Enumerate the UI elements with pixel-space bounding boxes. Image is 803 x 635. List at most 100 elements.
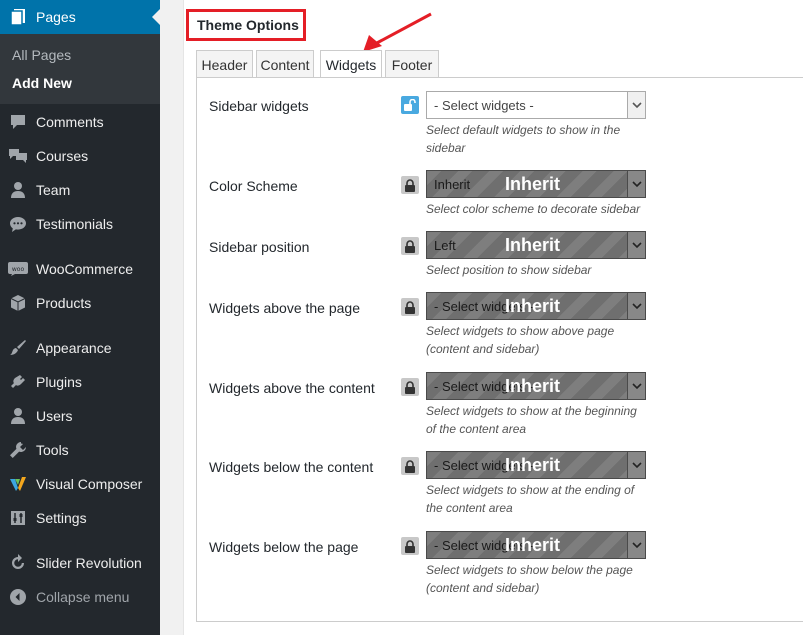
option-label-sidebar-widgets: Sidebar widgets — [209, 98, 309, 114]
description-line: (content and sidebar) — [426, 581, 540, 595]
option-label-widgets-below-page: Widgets below the page — [209, 539, 359, 555]
inherit-label: Inherit — [505, 296, 561, 316]
sidebar-item-slider-revolution[interactable]: Slider Revolution — [0, 548, 160, 578]
widgets-below-page-select[interactable]: - Select widgets - Inherit — [426, 531, 646, 559]
sidebar-item-tools[interactable]: Tools — [0, 435, 160, 465]
option-label-sidebar-position: Sidebar position — [209, 239, 310, 255]
admin-sidebar: Pages All Pages Add New Comments Courses… — [0, 0, 160, 635]
description-line: the content area — [426, 501, 513, 515]
sidebar-item-label: Slider Revolution — [36, 555, 142, 571]
description-line: Select default widgets to show in the — [426, 123, 621, 137]
plug-icon — [8, 372, 28, 392]
description-line: Select widgets to show below the page — [426, 563, 633, 577]
sidebar-item-appearance[interactable]: Appearance — [0, 333, 160, 363]
description-line: Select widgets to show at the ending of — [426, 483, 635, 497]
sidebar-item-settings[interactable]: Settings — [0, 503, 160, 533]
tab-widgets[interactable]: Widgets — [320, 50, 382, 79]
collapse-icon — [8, 587, 28, 607]
sidebar-widgets-select[interactable]: - Select widgets - — [426, 91, 646, 119]
sidebar-item-label: Pages — [36, 9, 76, 25]
sidebar-item-label: Tools — [36, 442, 69, 458]
lock-icon[interactable] — [401, 237, 419, 255]
option-description: Select widgets to show above page (conte… — [426, 322, 656, 358]
theme-options-highlight: Theme Options — [186, 9, 306, 41]
sidebar-item-plugins[interactable]: Plugins — [0, 367, 160, 397]
chevron-down-icon — [627, 171, 645, 197]
option-label-widgets-below-content: Widgets below the content — [209, 459, 374, 475]
lock-icon[interactable] — [401, 457, 419, 475]
option-label-widgets-above-page: Widgets above the page — [209, 300, 360, 316]
chevron-down-icon — [627, 92, 645, 118]
sidebar-item-label: Courses — [36, 148, 89, 164]
sidebar-item-visual-composer[interactable]: Visual Composer — [0, 469, 160, 499]
sidebar-item-users[interactable]: Users — [0, 401, 160, 431]
pages-submenu: All Pages Add New — [0, 34, 160, 104]
user-icon — [8, 180, 28, 200]
widgets-below-content-select[interactable]: - Select widgets - Inherit — [426, 451, 646, 479]
widgets-above-page-select[interactable]: - Select widgets - Inherit — [426, 292, 646, 320]
sidebar-item-testimonials[interactable]: Testimonials — [0, 209, 160, 239]
active-menu-arrow — [152, 9, 160, 25]
lock-icon[interactable] — [401, 298, 419, 316]
wrench-icon — [8, 440, 28, 460]
sidebar-item-comments[interactable]: Comments — [0, 107, 160, 137]
pages-icon — [8, 7, 28, 27]
tab-label: Widgets — [325, 57, 377, 73]
box-icon — [8, 293, 28, 313]
chevron-down-icon — [627, 532, 645, 558]
description-line: Select widgets to show above page — [426, 324, 615, 338]
option-label-color-scheme: Color Scheme — [209, 178, 298, 194]
description-line: (content and sidebar) — [426, 342, 540, 356]
option-label-widgets-above-content: Widgets above the content — [209, 380, 375, 396]
sidebar-item-label: Products — [36, 295, 92, 311]
sidebar-item-pages[interactable]: Pages — [0, 0, 160, 34]
lock-icon[interactable] — [401, 378, 419, 396]
visual-composer-icon — [8, 474, 28, 494]
sidebar-item-courses[interactable]: Courses — [0, 141, 160, 171]
select-value: Left — [434, 238, 456, 253]
chevron-down-icon — [627, 452, 645, 478]
comment-icon — [8, 112, 28, 132]
option-description: Select position to show sidebar — [426, 261, 656, 279]
sidebar-item-team[interactable]: Team — [0, 175, 160, 205]
sidebar-item-label: Visual Composer — [36, 476, 143, 492]
submenu-add-new[interactable]: Add New — [12, 75, 72, 91]
widgets-above-content-select[interactable]: - Select widgets - Inherit — [426, 372, 646, 400]
tab-label: Header — [201, 56, 248, 73]
inherit-label: Inherit — [505, 174, 561, 194]
unlock-icon[interactable] — [401, 96, 419, 114]
brush-icon — [8, 338, 28, 358]
description-line: sidebar — [426, 141, 466, 155]
user-icon — [8, 406, 28, 426]
inherit-label: Inherit — [505, 235, 561, 255]
sidebar-item-woocommerce[interactable]: woo WooCommerce — [0, 254, 160, 284]
sidebar-item-label: Comments — [36, 114, 104, 130]
collapse-menu-button[interactable]: Collapse menu — [0, 582, 160, 612]
option-description: Select widgets to show at the beginning … — [426, 402, 656, 438]
sidebar-position-select[interactable]: Left Inherit — [426, 231, 646, 259]
sliders-icon — [8, 508, 28, 528]
tab-content[interactable]: Content — [256, 50, 314, 78]
inherit-label: Inherit — [505, 535, 561, 555]
sidebar-item-label: WooCommerce — [36, 261, 133, 277]
option-description: Select widgets to show at the ending of … — [426, 481, 656, 517]
tab-label: Footer — [391, 56, 433, 73]
tab-label: Content — [260, 56, 310, 73]
option-description: Select widgets to show below the page (c… — [426, 561, 656, 597]
description-line: Select widgets to show at the beginning — [426, 404, 637, 418]
tab-header[interactable]: Header — [196, 50, 253, 78]
description-line: Select position to show sidebar — [426, 263, 592, 277]
testimonial-icon — [8, 214, 28, 234]
description-line: of the content area — [426, 422, 527, 436]
sidebar-item-label: Users — [36, 408, 73, 424]
lock-icon[interactable] — [401, 176, 419, 194]
option-description: Select color scheme to decorate sidebar — [426, 200, 656, 218]
lock-icon[interactable] — [401, 537, 419, 555]
red-arrow-annotation — [363, 12, 432, 52]
submenu-all-pages[interactable]: All Pages — [12, 47, 71, 63]
color-scheme-select[interactable]: Inherit Inherit — [426, 170, 646, 198]
description-line: Select color scheme to decorate sidebar — [426, 202, 641, 216]
tab-footer[interactable]: Footer — [385, 50, 439, 78]
sidebar-item-products[interactable]: Products — [0, 288, 160, 318]
inherit-label: Inherit — [505, 455, 561, 475]
